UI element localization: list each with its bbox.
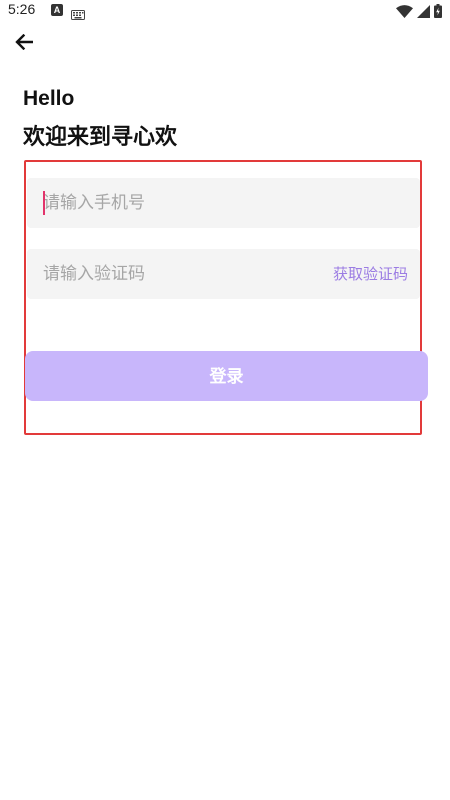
status-bar: 5:26 A: [0, 0, 450, 20]
battery-icon: [434, 3, 442, 22]
get-code-button[interactable]: 获取验证码: [333, 249, 408, 299]
phone-input-row: [27, 178, 420, 228]
login-button[interactable]: 登录: [25, 351, 428, 401]
signal-icon: [417, 3, 430, 22]
text-cursor: [43, 191, 45, 215]
wifi-icon: [396, 3, 413, 22]
phone-input[interactable]: [43, 178, 303, 228]
keyboard-icon: [71, 5, 85, 24]
status-time: 5:26: [8, 1, 36, 17]
status-icons: [396, 3, 442, 22]
arrow-left-icon: [15, 33, 34, 54]
a-notification-icon: A: [51, 4, 63, 16]
code-input-row: 获取验证码: [27, 249, 420, 299]
back-button[interactable]: [12, 32, 36, 56]
login-screen: 5:26 A Hello 欢迎来到寻心欢 请输入手机号 请输入验证码 获取验证码…: [0, 0, 450, 800]
welcome-title: 欢迎来到寻心欢: [23, 125, 178, 150]
verification-code-input[interactable]: [43, 249, 303, 299]
greeting-title: Hello: [23, 87, 75, 110]
